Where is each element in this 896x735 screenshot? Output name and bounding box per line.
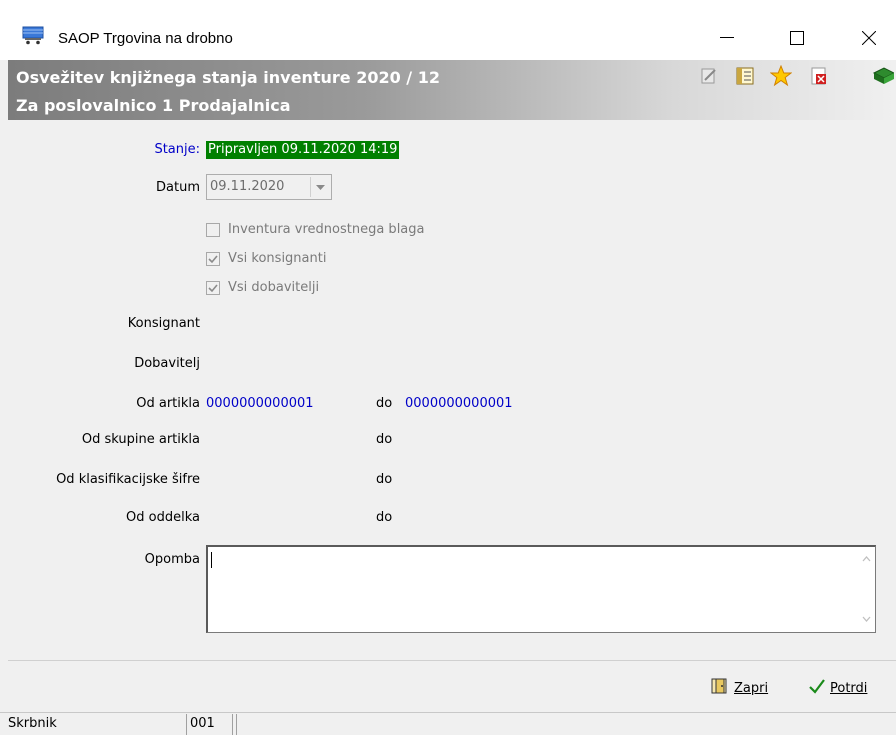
supplier-label: Dobavitelj: [134, 356, 200, 371]
delete-icon[interactable]: [808, 65, 830, 87]
checkmark-icon: [208, 254, 218, 263]
window-left-border: [0, 60, 8, 712]
edit-icon[interactable]: [698, 65, 720, 87]
app-title: SAOP Trgovina na drobno: [58, 30, 233, 47]
class-to-label: do: [376, 472, 393, 487]
confirm-button-label: Potrdi: [830, 680, 868, 696]
group-to-label: do: [376, 432, 393, 447]
text-caret: [211, 552, 212, 568]
close-window-button[interactable]: [846, 15, 892, 60]
checkbox-suppliers-label: Vsi dobavitelji: [228, 280, 320, 295]
star-icon[interactable]: [769, 64, 793, 87]
maximize-button[interactable]: [774, 15, 820, 60]
checkbox-box[interactable]: [206, 280, 220, 295]
form-subtitle: Za poslovalnico 1 Prodajalnica: [16, 96, 291, 115]
status-value: Pripravljen 09.11.2020 14:19: [206, 141, 400, 159]
date-label: Datum: [156, 180, 200, 195]
status-divider: [186, 714, 187, 735]
note-label: Opomba: [144, 552, 200, 567]
group-from-label: Od skupine artikla: [81, 432, 200, 447]
status-user: Skrbnik: [8, 716, 57, 731]
window-titlebar: SAOP Trgovina na drobno: [0, 0, 896, 60]
checkbox-valuable-goods[interactable]: Inventura vrednostnega blaga: [206, 222, 425, 237]
consignor-label: Konsignant: [127, 316, 200, 331]
footer-divider: [8, 660, 896, 661]
article-from-label: Od artikla: [136, 396, 200, 411]
door-icon: [710, 677, 730, 699]
form-title: Osvežitev knjižnega stanja inventure 202…: [16, 68, 440, 87]
checkbox-valuable-label: Inventura vrednostnega blaga: [228, 222, 425, 237]
date-value: 09.11.2020: [210, 179, 285, 194]
article-to-field[interactable]: 0000000000001: [405, 396, 513, 411]
form-header: Osvežitev knjižnega stanja inventure 202…: [8, 60, 896, 120]
status-bar: Skrbnik 001: [0, 712, 896, 735]
status-divider: [232, 714, 233, 735]
close-button-label: Zapri: [734, 680, 769, 696]
chevron-down-icon[interactable]: [310, 177, 329, 197]
dept-from-label: Od oddelka: [126, 510, 200, 525]
shopping-cart-icon: [22, 25, 44, 49]
status-code: 001: [190, 716, 215, 731]
article-to-label: do: [376, 396, 393, 411]
minimize-button[interactable]: [704, 15, 750, 60]
class-from-label: Od klasifikacijske šifre: [56, 472, 200, 487]
status-label: Stanje:: [154, 142, 200, 157]
dept-to-label: do: [376, 510, 393, 525]
checkmark-icon: [208, 283, 218, 292]
article-from-field[interactable]: 0000000000001: [206, 396, 314, 411]
book-icon[interactable]: [872, 65, 896, 87]
note-scrollbar[interactable]: [858, 547, 875, 632]
list-icon[interactable]: [734, 65, 756, 87]
checkbox-all-consignors[interactable]: Vsi konsignanti: [206, 251, 326, 266]
checkbox-consignors-label: Vsi konsignanti: [228, 251, 327, 266]
status-divider: [236, 714, 237, 735]
close-button[interactable]: Zapri: [710, 677, 768, 699]
checkmark-icon: [808, 677, 826, 699]
checkbox-all-suppliers[interactable]: Vsi dobavitelji: [206, 280, 319, 295]
confirm-button[interactable]: Potrdi: [808, 677, 867, 699]
form-body: Stanje: Pripravljen 09.11.2020 14:19 Dat…: [8, 120, 896, 660]
checkbox-box[interactable]: [206, 251, 220, 266]
scroll-arrows-icon[interactable]: [858, 547, 875, 631]
checkbox-box[interactable]: [206, 222, 220, 237]
note-textarea[interactable]: [206, 545, 876, 633]
date-picker[interactable]: 09.11.2020: [206, 174, 332, 200]
